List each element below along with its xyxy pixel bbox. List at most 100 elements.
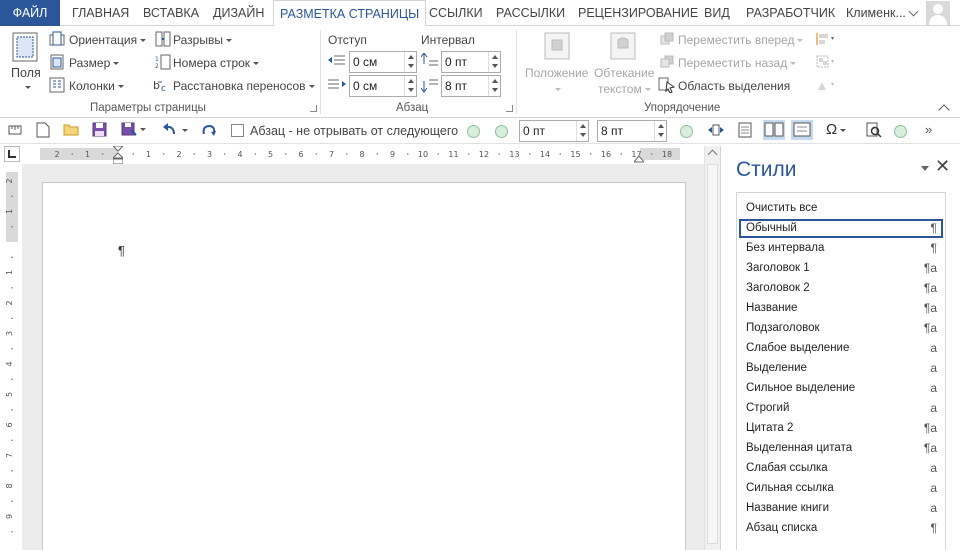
- ruler-label: 1: [85, 150, 90, 159]
- margins-dropdown-caret[interactable]: [22, 80, 31, 94]
- pane-options-icon[interactable]: [921, 166, 929, 171]
- avatar[interactable]: [926, 1, 950, 25]
- undo-icon[interactable]: [162, 123, 190, 140]
- style-list-item[interactable]: Без интервала ¶: [739, 239, 943, 258]
- hyphenation-button[interactable]: Расстановка переносов: [173, 79, 315, 93]
- style-list-item[interactable]: Сильное выделение a: [739, 379, 943, 398]
- one-page-icon[interactable]: [738, 122, 752, 141]
- wrap-text-button[interactable]: Обтекание: [594, 66, 654, 80]
- ruler-tick: [162, 153, 165, 155]
- omega-symbol-icon[interactable]: Ω: [826, 121, 847, 138]
- orientation-button[interactable]: Ориентация: [69, 33, 147, 47]
- paragraph-mark[interactable]: ¶: [118, 243, 125, 258]
- style-list-item[interactable]: Название книги a: [739, 499, 943, 518]
- tab-insert[interactable]: ВСТАВКА: [143, 0, 199, 26]
- tab-page-layout[interactable]: РАЗМЕТКА СТРАНИЦЫ: [273, 0, 427, 27]
- ruler-label: 9: [6, 514, 14, 519]
- margins-button[interactable]: Поля: [11, 66, 41, 80]
- style-type-icon: a: [930, 501, 937, 515]
- tab-home[interactable]: ГЛАВНАЯ: [72, 0, 129, 26]
- selection-pane-button[interactable]: Область выделения: [678, 79, 790, 93]
- close-icon[interactable]: ✕: [935, 156, 950, 177]
- align-icon[interactable]: [816, 32, 836, 49]
- two-pages-icon[interactable]: [763, 120, 785, 143]
- page-setup-launcher-icon[interactable]: [310, 105, 317, 112]
- style-list-item[interactable]: Сильная ссылка a: [739, 479, 943, 498]
- bring-forward-button[interactable]: Переместить вперед: [678, 33, 804, 47]
- spacing-after-input[interactable]: 8 пт: [441, 75, 501, 97]
- columns-button[interactable]: Колонки: [69, 79, 124, 93]
- style-list-item[interactable]: Обычный ¶: [739, 219, 943, 238]
- indent-left-input[interactable]: 0 см: [349, 51, 417, 73]
- bring-forward-icon: [660, 32, 674, 49]
- ruler-toggle-icon[interactable]: [8, 123, 22, 140]
- ruler-tick: [650, 153, 653, 155]
- save-icon[interactable]: [92, 122, 107, 140]
- tab-selector[interactable]: [4, 146, 20, 162]
- page-setup-group-label: Параметры страницы: [90, 102, 206, 114]
- clear-all-styles-item[interactable]: Очистить все: [739, 199, 943, 218]
- tab-file[interactable]: ФАЙЛ: [0, 0, 60, 26]
- line-numbers-button[interactable]: Номера строк: [173, 56, 260, 70]
- user-account-name[interactable]: Клименк...: [846, 0, 906, 26]
- ruler-tick: [11, 378, 13, 381]
- qat-circle-icon[interactable]: [467, 125, 480, 138]
- position-dropdown-caret[interactable]: [552, 82, 561, 96]
- style-list-item[interactable]: Название ¶a: [739, 299, 943, 318]
- indent-right-input[interactable]: 0 см: [349, 75, 417, 97]
- paragraph-launcher-icon[interactable]: [506, 105, 513, 112]
- tab-references[interactable]: ССЫЛКИ: [429, 0, 483, 26]
- qat-circle-icon[interactable]: [680, 125, 693, 138]
- style-list-item[interactable]: Цитата 2 ¶a: [739, 419, 943, 438]
- page-width-icon[interactable]: [791, 120, 813, 143]
- chevron-down-icon[interactable]: [908, 6, 919, 17]
- tab-view[interactable]: ВИД: [704, 0, 730, 26]
- style-list-item[interactable]: Выделенная цитата ¶a: [739, 439, 943, 458]
- style-list-item[interactable]: Заголовок 1 ¶a: [739, 259, 943, 278]
- style-list-item[interactable]: Подзаголовок ¶a: [739, 319, 943, 338]
- style-list-item[interactable]: Заголовок 2 ¶a: [739, 279, 943, 298]
- keep-with-next-checkbox[interactable]: [231, 124, 244, 137]
- vertical-scrollbar[interactable]: [704, 146, 720, 550]
- ruler-label: 7: [6, 453, 14, 458]
- redo-icon[interactable]: [201, 123, 217, 140]
- qat-circle-icon[interactable]: [894, 125, 907, 138]
- new-document-icon[interactable]: [36, 122, 50, 141]
- size-button[interactable]: Размер: [69, 56, 120, 70]
- style-list-item[interactable]: Выделение a: [739, 359, 943, 378]
- group-objects-icon[interactable]: [816, 55, 836, 72]
- style-list-item[interactable]: Слабая ссылка a: [739, 459, 943, 478]
- style-list-item[interactable]: Абзац списка ¶: [739, 519, 943, 538]
- margins-icon[interactable]: [12, 32, 38, 65]
- tab-review[interactable]: РЕЦЕНЗИРОВАНИЕ: [578, 0, 698, 26]
- rotate-icon[interactable]: [816, 78, 836, 95]
- ruler-label: 9: [390, 150, 395, 159]
- spacing-before-input[interactable]: 0 пт: [441, 51, 501, 73]
- ruler-label: 2: [176, 150, 181, 159]
- fit-width-icon[interactable]: [708, 123, 724, 140]
- tab-design[interactable]: ДИЗАЙН: [213, 0, 264, 26]
- qat-circle-icon[interactable]: [495, 125, 508, 138]
- breaks-button[interactable]: Разрывы: [173, 33, 232, 47]
- ruler-tick: [589, 153, 592, 155]
- horizontal-ruler[interactable]: 2 1 1 2 3 4 5 6 7 8 9 10 11 12 13 14 15 16 17 18: [40, 145, 680, 165]
- wrap-text-button-line2[interactable]: текстом: [598, 82, 651, 96]
- qat-spacing-after-input[interactable]: 8 пт: [597, 120, 667, 142]
- qat-overflow-icon[interactable]: »: [925, 122, 932, 137]
- tab-mailings[interactable]: РАССЫЛКИ: [496, 0, 565, 26]
- open-folder-icon[interactable]: [63, 122, 79, 139]
- send-backward-button[interactable]: Переместить назад: [678, 56, 797, 70]
- save-as-icon[interactable]: [121, 122, 147, 140]
- collapse-ribbon-icon[interactable]: [938, 104, 950, 116]
- style-list-item[interactable]: Слабое выделение a: [739, 339, 943, 358]
- print-preview-icon[interactable]: [866, 122, 882, 141]
- qat-spacing-before-input[interactable]: 0 пт: [519, 120, 589, 142]
- vertical-ruler[interactable]: 2 1 1 2 3 4 5 6 7 8 9: [6, 172, 18, 550]
- scrollbar-thumb[interactable]: [707, 164, 718, 544]
- scroll-up-icon[interactable]: [707, 149, 718, 160]
- style-list-item[interactable]: Строгий a: [739, 399, 943, 418]
- document-page[interactable]: [42, 182, 686, 550]
- tab-developer[interactable]: РАЗРАБОТЧИК: [746, 0, 835, 26]
- position-button[interactable]: Положение: [525, 66, 588, 80]
- quick-access-toolbar: Абзац - не отрывать от следующего 0 пт 8…: [0, 118, 960, 144]
